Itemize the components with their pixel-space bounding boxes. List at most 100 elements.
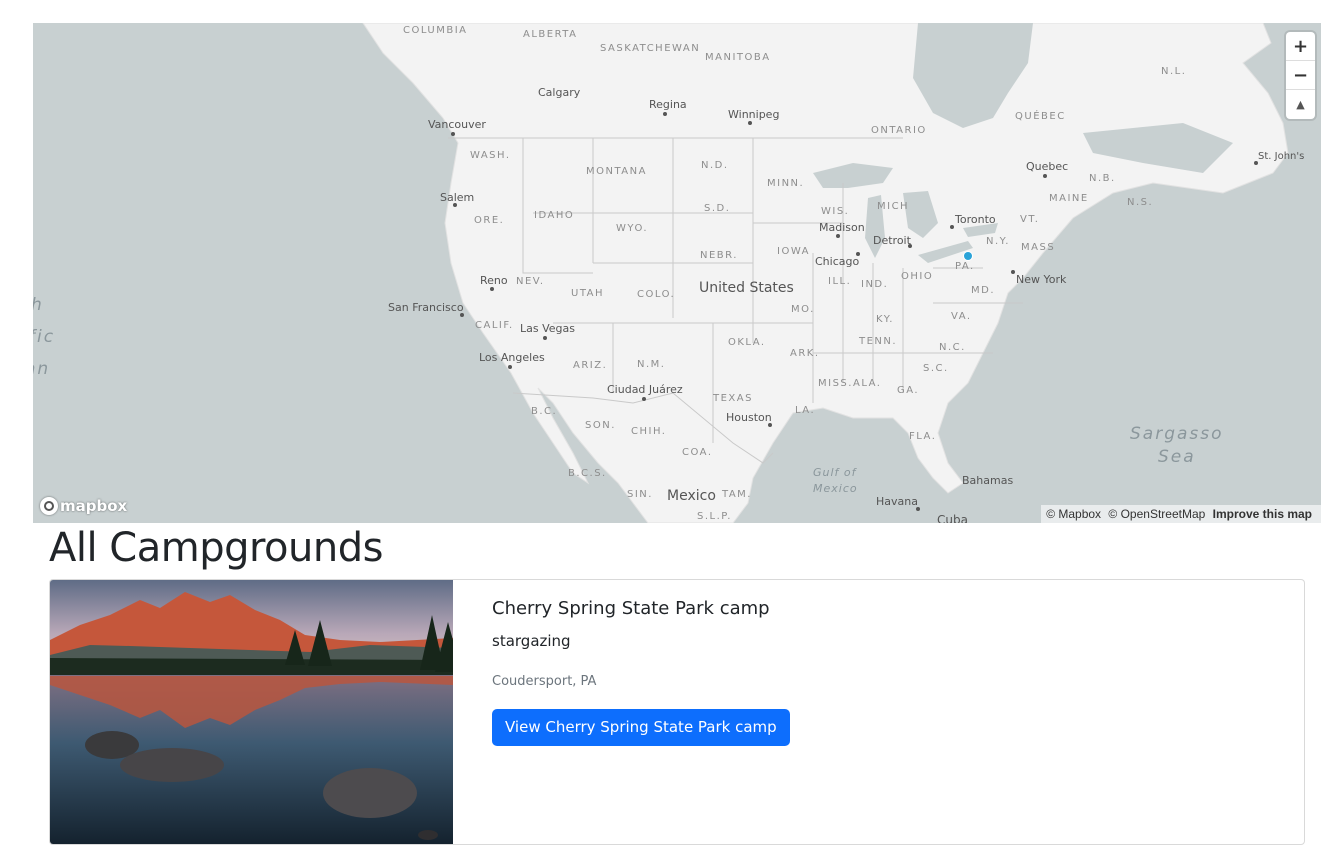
- map-label-las-vegas: Las Vegas: [520, 322, 575, 335]
- map-label-reno: Reno: [480, 274, 508, 287]
- map-label-la: LA.: [795, 405, 816, 416]
- map-label-quebec-city: Quebec: [1026, 160, 1069, 173]
- map-label-cuba: Cuba: [937, 513, 968, 523]
- page-title: All Campgrounds: [49, 525, 383, 571]
- map-label-ontario: ONTARIO: [871, 125, 927, 136]
- map-label-minn: MINN.: [767, 178, 805, 189]
- map-label-ga: GA.: [897, 385, 920, 396]
- map-label-iowa: IOWA: [777, 246, 811, 257]
- map-label-tenn: TENN.: [859, 336, 898, 347]
- map-label-ohio: OHIO: [901, 271, 934, 282]
- map-label-wis: WIS.: [821, 206, 850, 217]
- map-label-ns: N.S.: [1127, 197, 1154, 208]
- campground-map[interactable]: United States Mexico Cuba COLUMBIA ALBER…: [33, 23, 1321, 523]
- mapbox-logo-icon: [40, 497, 58, 515]
- map-label-coa: COA.: [682, 447, 713, 458]
- attribution-osm-link[interactable]: © OpenStreetMap: [1108, 507, 1205, 521]
- map-label-nm: N.M.: [637, 359, 666, 370]
- map-label-nd: N.D.: [701, 160, 729, 171]
- map-label-havana: Havana: [876, 495, 918, 508]
- map-label-ind: IND.: [861, 279, 889, 290]
- map-label-pacific-3: an: [33, 359, 51, 379]
- map-label-bc: B.C.: [531, 406, 558, 417]
- campground-description: stargazing: [492, 632, 571, 650]
- map-label-nev: NEV.: [516, 276, 545, 287]
- map-label-pa: PA.: [955, 261, 975, 272]
- map-label-colo: COLO.: [637, 289, 676, 300]
- map-label-wyo: WYO.: [616, 223, 649, 234]
- map-label-ny: N.Y.: [986, 236, 1010, 247]
- map-label-ark: ARK.: [790, 348, 820, 359]
- map-label-bcs: B.C.S.: [568, 468, 607, 479]
- improve-map-link[interactable]: Improve this map: [1213, 507, 1312, 521]
- map-label-miss: MISS.: [818, 378, 853, 389]
- map-label-los-angeles: Los Angeles: [479, 351, 545, 364]
- map-label-quebec: QUÉBEC: [1015, 111, 1066, 122]
- map-label-calif: CALIF.: [475, 320, 514, 331]
- map-label-sin: SIN.: [627, 489, 653, 500]
- map-label-toronto: Toronto: [955, 213, 996, 226]
- map-label-gulf-1: Gulf of: [813, 466, 857, 479]
- city-dot-las-vegas: [543, 336, 547, 340]
- map-label-houston: Houston: [726, 411, 772, 424]
- map-label-mich: MICH: [877, 201, 910, 212]
- map-label-vancouver: Vancouver: [428, 118, 486, 131]
- map-label-sargasso-2: Sea: [1158, 447, 1196, 467]
- map-label-nb: N.B.: [1089, 173, 1116, 184]
- map-label-idaho: IDAHO: [534, 210, 575, 221]
- map-label-md: MD.: [971, 285, 996, 296]
- map-label-ala: ALA.: [853, 378, 882, 389]
- map-label-montana: MONTANA: [586, 166, 647, 177]
- mapbox-logo-text: mapbox: [60, 497, 128, 515]
- map-label-mo: MO.: [791, 304, 815, 315]
- campground-card: Cherry Spring State Park camp stargazing…: [49, 579, 1305, 845]
- zoom-in-button[interactable]: +: [1286, 32, 1315, 61]
- map-label-ciudad-juarez: Ciudad Juárez: [607, 383, 683, 396]
- map-label-columbia: COLUMBIA: [403, 25, 468, 36]
- compass-button[interactable]: ▲: [1286, 90, 1315, 119]
- map-label-chih: CHIH.: [631, 426, 667, 437]
- map-label-alberta: ALBERTA: [523, 29, 578, 40]
- map-label-winnipeg: Winnipeg: [728, 108, 780, 121]
- city-dot-quebec: [1043, 174, 1047, 178]
- map-label-pacific-1: h: [33, 295, 44, 315]
- map-label-son: SON.: [585, 420, 616, 431]
- map-label-gulf-2: Mexico: [813, 482, 858, 495]
- city-dot-los-angeles: [508, 365, 512, 369]
- map-label-bahamas: Bahamas: [962, 474, 1014, 487]
- view-campground-button[interactable]: View Cherry Spring State Park camp: [492, 709, 790, 746]
- map-label-st-johns: St. John's: [1258, 151, 1305, 162]
- map-label-ore: ORE.: [474, 215, 505, 226]
- map-label-okla: OKLA.: [728, 337, 766, 348]
- map-label-nc: N.C.: [939, 342, 966, 353]
- map-label-madison: Madison: [819, 221, 865, 234]
- city-dot-new-york: [1011, 270, 1015, 274]
- map-label-saskatchewan: SASKATCHEWAN: [600, 43, 701, 54]
- city-dot-vancouver: [451, 132, 455, 136]
- map-label-new-york: New York: [1016, 273, 1067, 286]
- map-navigation-control: + − ▲: [1286, 32, 1315, 119]
- map-label-manitoba: MANITOBA: [705, 52, 771, 63]
- map-label-detroit: Detroit: [873, 234, 911, 247]
- map-label-fla: FLA.: [909, 431, 937, 442]
- city-dot-regina: [663, 112, 667, 116]
- map-label-sd: S.D.: [704, 203, 731, 214]
- map-label-sargasso-1: Sargasso: [1130, 424, 1224, 444]
- city-dot-madison: [836, 234, 840, 238]
- mapbox-logo[interactable]: mapbox: [40, 497, 127, 515]
- city-dot-reno: [490, 287, 494, 291]
- city-dot-toronto: [950, 225, 954, 229]
- map-label-utah: UTAH: [571, 288, 605, 299]
- map-label-united-states: United States: [699, 280, 794, 296]
- map-label-regina: Regina: [649, 98, 687, 111]
- map-attribution: © Mapbox © OpenStreetMap Improve this ma…: [1041, 505, 1321, 523]
- map-label-tam: TAM.: [722, 489, 752, 500]
- campground-title: Cherry Spring State Park camp: [492, 598, 770, 619]
- attribution-mapbox-link[interactable]: © Mapbox: [1046, 507, 1101, 521]
- map-label-san-francisco: San Francisco: [388, 301, 464, 314]
- map-label-wash: WASH.: [470, 150, 511, 161]
- map-label-mass: MASS: [1021, 242, 1056, 253]
- campground-marker[interactable]: [964, 252, 972, 260]
- zoom-out-button[interactable]: −: [1286, 61, 1315, 90]
- map-label-sc: S.C.: [923, 363, 949, 374]
